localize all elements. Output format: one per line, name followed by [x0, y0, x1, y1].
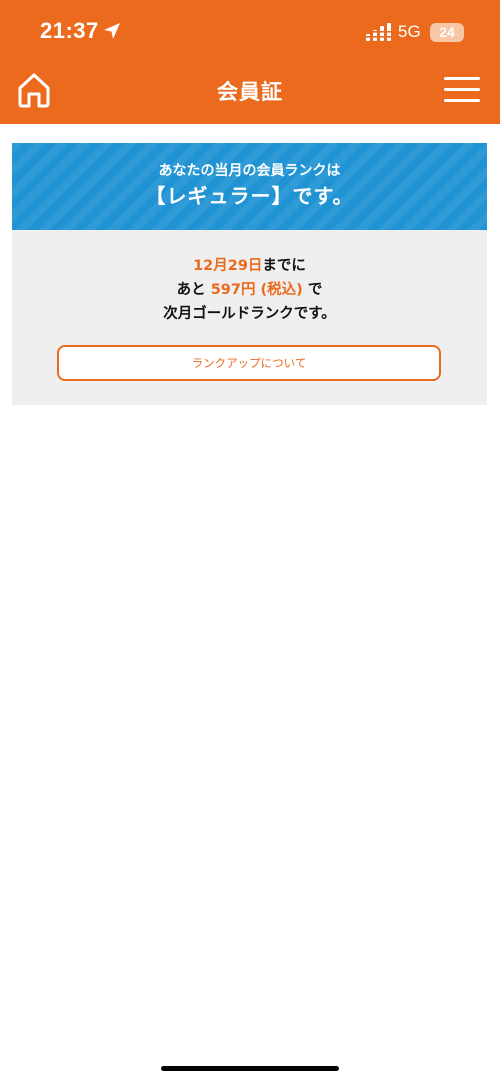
navigation-bar: 会員証 — [0, 60, 500, 124]
next-rank-line: 次月ゴールドランクです。 — [163, 306, 336, 322]
deadline-line: 12月29日までに — [12, 254, 487, 278]
amount-suffix: で — [307, 282, 323, 298]
current-rank: 【レギュラー】です。 — [145, 184, 354, 208]
remaining-amount: 597円 — [210, 282, 256, 298]
deadline-suffix: までに — [262, 258, 306, 274]
status-time: 21:37 — [40, 18, 99, 43]
network-type: 5G — [398, 22, 421, 41]
rank-info-text: 12月29日までに あと 597円 (税込) で 次月ゴールドランクです。 — [12, 254, 487, 326]
tax-note: (税込) — [260, 282, 303, 298]
battery-indicator: 24 — [430, 23, 464, 42]
home-indicator — [161, 1066, 339, 1071]
menu-button[interactable] — [444, 74, 482, 106]
amount-prefix: あと — [176, 282, 206, 298]
rank-info-panel: 12月29日までに あと 597円 (税込) で 次月ゴールドランクです。 ラン… — [12, 230, 487, 405]
page-title: 会員証 — [217, 80, 283, 104]
location-arrow-icon — [104, 23, 120, 39]
status-bar: 21:37 5G 24 — [0, 0, 500, 60]
rank-intro-text: あなたの当月の会員ランクは — [158, 163, 341, 179]
cellular-signal-icon — [366, 23, 392, 41]
amount-line: あと 597円 (税込) で — [12, 278, 487, 302]
rank-banner: あなたの当月の会員ランクは 【レギュラー】です。 — [12, 143, 487, 230]
deadline-date: 12月29日 — [193, 258, 263, 274]
rank-up-info-button[interactable]: ランクアップについて — [57, 345, 441, 381]
